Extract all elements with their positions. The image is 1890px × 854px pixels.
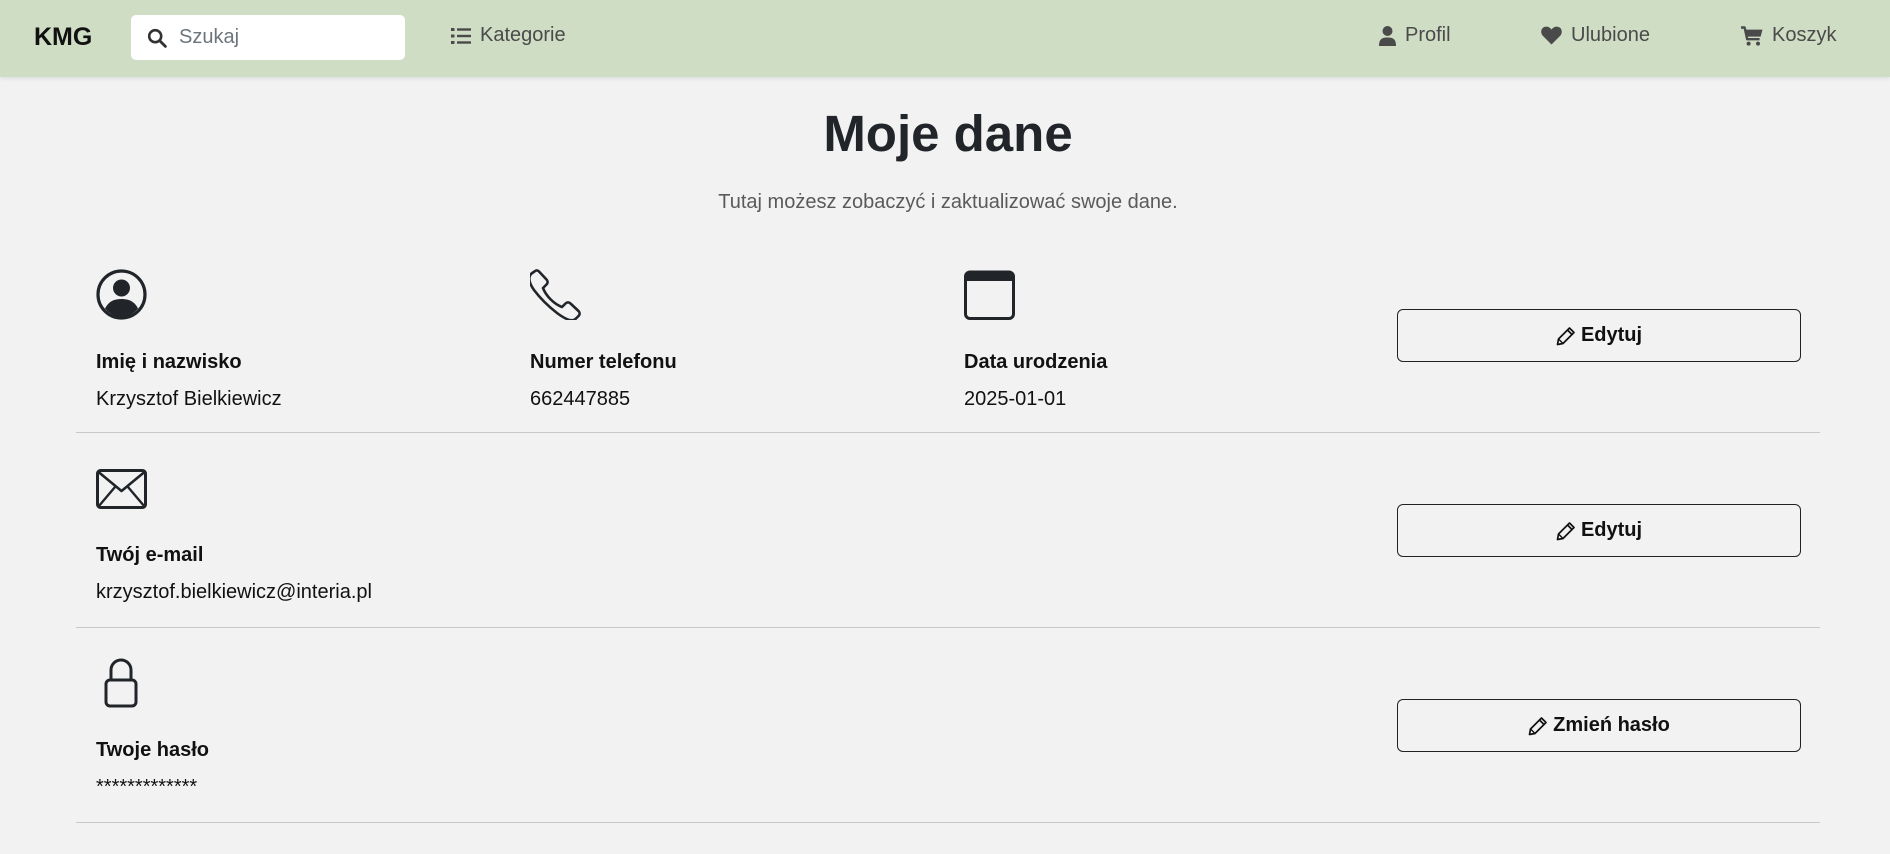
- phone-value: 662447885: [530, 388, 631, 410]
- search-input[interactable]: [179, 26, 389, 49]
- telephone-icon: [530, 269, 581, 320]
- change-password-label: Zmień hasło: [1553, 714, 1670, 736]
- page-title: Moje dane: [823, 105, 1073, 162]
- nav-favorites-label: Ulubione: [1571, 24, 1650, 46]
- pencil-icon: [1556, 521, 1575, 540]
- brand-logo[interactable]: KMG: [34, 23, 92, 52]
- name-field: Imię i nazwisko Krzysztof Bielkiewicz: [96, 269, 282, 410]
- calendar-icon: [964, 270, 1015, 320]
- password-label: Twoje hasło: [96, 739, 209, 761]
- nav-cart-label: Koszyk: [1772, 24, 1837, 46]
- top-navbar: KMG Kategorie Profil Ulubione: [0, 0, 1890, 77]
- pencil-icon: [1528, 716, 1547, 735]
- birthdate-field: Data urodzenia 2025-01-01: [964, 269, 1107, 410]
- person-circle-icon: [96, 269, 147, 320]
- email-row: Twój e-mail krzysztof.bielkiewicz@interi…: [76, 433, 1820, 628]
- email-field: Twój e-mail krzysztof.bielkiewicz@interi…: [96, 469, 372, 603]
- name-label: Imię i nazwisko: [96, 351, 242, 373]
- change-password-button[interactable]: Zmień hasło: [1397, 699, 1801, 752]
- pencil-icon: [1556, 326, 1575, 345]
- nav-profile[interactable]: Profil: [1379, 24, 1451, 47]
- birthdate-value: 2025-01-01: [964, 388, 1067, 410]
- birthdate-label: Data urodzenia: [964, 351, 1108, 373]
- search-icon: [147, 28, 167, 48]
- nav-categories-label: Kategorie: [480, 24, 566, 46]
- heart-icon: [1541, 26, 1562, 45]
- password-row: Twoje hasło ************* Zmień hasło: [76, 628, 1820, 823]
- name-value: Krzysztof Bielkiewicz: [96, 388, 282, 410]
- password-value: *************: [96, 776, 198, 798]
- phone-field: Numer telefonu 662447885: [530, 269, 677, 410]
- nav-favorites[interactable]: Ulubione: [1541, 24, 1650, 47]
- search-box[interactable]: [131, 15, 405, 60]
- list-icon: [451, 27, 471, 44]
- user-icon: [1379, 25, 1396, 46]
- page-subtitle: Tutaj możesz zobaczyć i zaktualizować sw…: [718, 191, 1178, 213]
- envelope-icon: [96, 469, 147, 509]
- password-field: Twoje hasło *************: [96, 657, 209, 798]
- personal-data-row: Imię i nazwisko Krzysztof Bielkiewicz Nu…: [76, 263, 1820, 433]
- edit-email-button[interactable]: Edytuj: [1397, 504, 1801, 557]
- edit-email-label: Edytuj: [1580, 519, 1643, 541]
- email-value: krzysztof.bielkiewicz@interia.pl: [96, 581, 372, 603]
- nav-categories[interactable]: Kategorie: [451, 24, 566, 47]
- nav-cart[interactable]: Koszyk: [1741, 24, 1836, 47]
- email-label: Twój e-mail: [96, 544, 204, 566]
- phone-label: Numer telefonu: [530, 351, 677, 373]
- edit-personal-button[interactable]: Edytuj: [1397, 309, 1801, 362]
- lock-icon: [104, 658, 138, 708]
- nav-profile-label: Profil: [1405, 24, 1451, 46]
- cart-icon: [1741, 25, 1763, 46]
- edit-personal-label: Edytuj: [1580, 324, 1643, 346]
